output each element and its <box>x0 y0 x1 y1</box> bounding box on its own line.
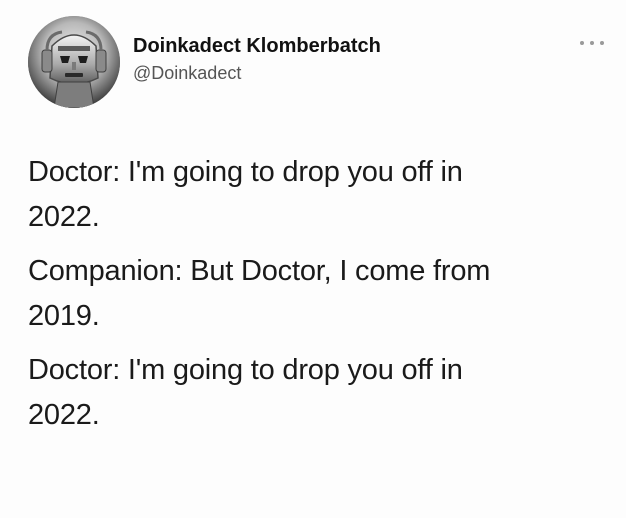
more-dot <box>600 41 604 45</box>
display-name[interactable]: Doinkadect Klomberbatch <box>133 33 381 59</box>
more-dots-icon[interactable] <box>580 36 604 50</box>
tweet-paragraph-3: Doctor: I'm going to drop you off in 202… <box>28 348 608 438</box>
more-dot <box>580 41 584 45</box>
tweet-body: Doctor: I'm going to drop you off in 202… <box>28 150 608 447</box>
tweet-line: Doctor: I'm going to drop you off in <box>28 354 463 386</box>
tweet-card: Doinkadect Klomberbatch @Doinkadect Doct… <box>0 0 626 518</box>
user-handle[interactable]: @Doinkadect <box>133 61 381 85</box>
tweet-paragraph-1: Doctor: I'm going to drop you off in 202… <box>28 150 608 240</box>
cyberman-avatar[interactable] <box>28 16 120 108</box>
tweet-line: 2019. <box>28 300 100 332</box>
tweet-line: Doctor: I'm going to drop you off in <box>28 156 463 188</box>
tweet-header: Doinkadect Klomberbatch @Doinkadect <box>28 16 608 108</box>
more-dot <box>590 41 594 45</box>
tweet-line: Companion: But Doctor, I come from <box>28 255 491 287</box>
user-info: Doinkadect Klomberbatch @Doinkadect <box>133 33 381 85</box>
cyberman-avatar-icon <box>28 16 120 108</box>
tweet-line: 2022. <box>28 399 100 431</box>
tweet-line: 2022. <box>28 201 100 233</box>
tweet-paragraph-2: Companion: But Doctor, I come from 2019. <box>28 249 608 339</box>
